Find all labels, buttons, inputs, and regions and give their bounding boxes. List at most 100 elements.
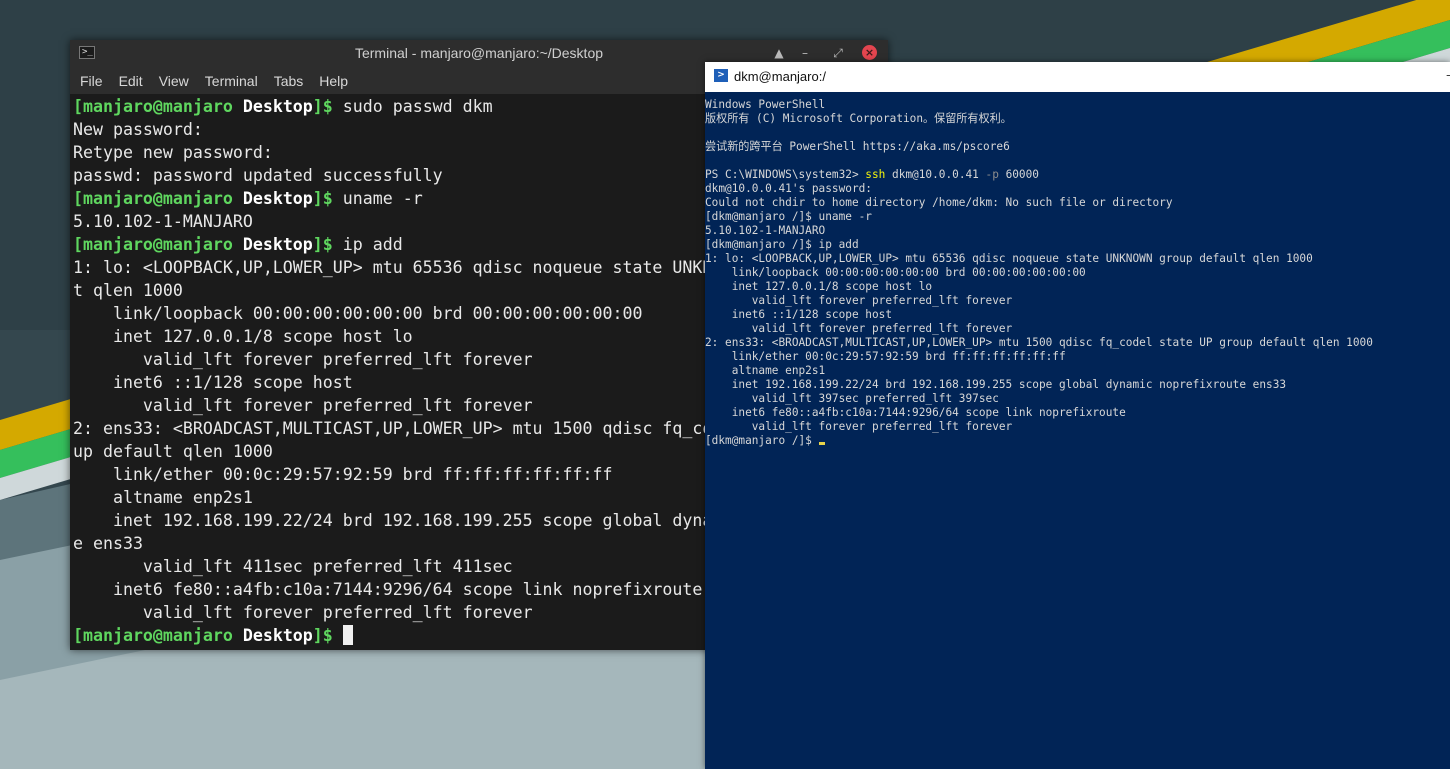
powershell-line: PS C:\WINDOWS\system32> ssh dkm@10.0.0.4… <box>705 168 1450 182</box>
powershell-text: altname enp2s1 <box>705 364 826 377</box>
powershell-text: Windows PowerShell <box>705 98 826 111</box>
powershell-text: -p <box>985 168 999 181</box>
output-text: up default qlen 1000 <box>73 442 273 461</box>
menu-tabs[interactable]: Tabs <box>274 73 304 89</box>
output-text: Retype new password: <box>73 143 273 162</box>
powershell-line: link/ether 00:0c:29:57:92:59 brd ff:ff:f… <box>705 350 1450 364</box>
output-text: link/loopback 00:00:00:00:00:00 brd 00:0… <box>73 304 643 323</box>
prompt-directory: Desktop <box>242 189 313 208</box>
minimize-icon[interactable]: – <box>1446 68 1450 84</box>
prompt-directory: Desktop <box>242 97 313 116</box>
command-text: sudo passwd dkm <box>332 97 493 116</box>
output-text: valid_lft forever preferred_lft forever <box>73 603 533 622</box>
powershell-text: 版权所有 (C) Microsoft Corporation。保留所有权利。 <box>705 112 1012 125</box>
powershell-line: 版权所有 (C) Microsoft Corporation。保留所有权利。 <box>705 112 1450 126</box>
powershell-text: dkm@10.0.0.41's password: <box>705 182 872 195</box>
menu-view[interactable]: View <box>159 73 189 89</box>
powershell-line: inet 192.168.199.22/24 brd 192.168.199.2… <box>705 378 1450 392</box>
powershell-line: inet6 fe80::a4fb:c10a:7144:9296/64 scope… <box>705 406 1450 420</box>
prompt-symbol: ]$ <box>312 235 333 254</box>
powershell-line: link/loopback 00:00:00:00:00:00 brd 00:0… <box>705 266 1450 280</box>
menu-terminal[interactable]: Terminal <box>205 73 258 89</box>
powershell-line: Could not chdir to home directory /home/… <box>705 196 1450 210</box>
powershell-text: link/ether 00:0c:29:57:92:59 brd ff:ff:f… <box>705 350 1066 363</box>
powershell-text: Could not chdir to home directory /home/… <box>705 196 1173 209</box>
output-text: valid_lft forever preferred_lft forever <box>73 396 533 415</box>
command-text: uname -r <box>332 189 423 208</box>
prompt-symbol: ]$ <box>312 189 333 208</box>
command-text: ip add <box>332 235 403 254</box>
powershell-text: valid_lft forever preferred_lft forever <box>705 420 1013 433</box>
powershell-line: inet 127.0.0.1/8 scope host lo <box>705 280 1450 294</box>
powershell-text: dkm@10.0.0.41 <box>885 168 986 181</box>
powershell-title: dkm@manjaro:/ <box>734 69 826 84</box>
powershell-text: link/loopback 00:00:00:00:00:00 brd 00:0… <box>705 266 1086 279</box>
output-text: inet6 fe80::a4fb:c10a:7144:9296/64 scope… <box>73 580 703 599</box>
powershell-text: 2: ens33: <BROADCAST,MULTICAST,UP,LOWER_… <box>705 336 1373 349</box>
powershell-line: 2: ens33: <BROADCAST,MULTICAST,UP,LOWER_… <box>705 336 1450 350</box>
powershell-text: ssh <box>865 168 886 181</box>
powershell-line: [dkm@manjaro /]$ <box>705 434 1450 448</box>
powershell-line: valid_lft forever preferred_lft forever <box>705 420 1450 434</box>
output-text: inet 127.0.0.1/8 scope host lo <box>73 327 413 346</box>
close-icon[interactable]: × <box>862 45 877 60</box>
prompt-symbol: ]$ <box>312 626 333 645</box>
powershell-text: valid_lft 397sec preferred_lft 397sec <box>705 392 999 405</box>
shade-icon[interactable]: ▲ <box>771 45 787 61</box>
output-text: valid_lft forever preferred_lft forever <box>73 350 533 369</box>
powershell-window[interactable]: > dkm@manjaro:/ – Windows PowerShell版权所有… <box>705 62 1450 769</box>
powershell-line: valid_lft forever preferred_lft forever <box>705 294 1450 308</box>
powershell-text: inet 192.168.199.22/24 brd 192.168.199.2… <box>705 378 1287 391</box>
output-text: e ens33 <box>73 534 143 553</box>
powershell-icon: > <box>714 69 728 82</box>
powershell-line <box>705 154 1450 168</box>
powershell-text: [dkm@manjaro /]$ ip add <box>705 238 859 251</box>
output-text: 1: lo: <LOOPBACK,UP,LOWER_UP> mtu 65536 … <box>73 258 743 277</box>
prompt-user: [manjaro@manjaro <box>73 189 233 208</box>
prompt-user: [manjaro@manjaro <box>73 97 233 116</box>
output-text: altname enp2s1 <box>73 488 253 507</box>
powershell-line: altname enp2s1 <box>705 364 1450 378</box>
prompt-directory: Desktop <box>242 235 313 254</box>
command-text <box>333 626 343 645</box>
prompt-user: [manjaro@manjaro <box>73 235 233 254</box>
powershell-line: 1: lo: <LOOPBACK,UP,LOWER_UP> mtu 65536 … <box>705 252 1450 266</box>
terminal-cursor <box>342 625 353 645</box>
powershell-text: inet6 fe80::a4fb:c10a:7144:9296/64 scope… <box>705 406 1126 419</box>
powershell-text: 60000 <box>998 168 1039 181</box>
powershell-line: valid_lft forever preferred_lft forever <box>705 322 1450 336</box>
powershell-line: dkm@10.0.0.41's password: <box>705 182 1450 196</box>
output-text: valid_lft 411sec preferred_lft 411sec <box>73 557 513 576</box>
powershell-text: [dkm@manjaro /]$ <box>705 434 819 447</box>
powershell-line: 5.10.102-1-MANJARO <box>705 224 1450 238</box>
powershell-titlebar[interactable]: > dkm@manjaro:/ – <box>705 62 1450 92</box>
powershell-text: 尝试新的跨平台 PowerShell https://aka.ms/pscore… <box>705 140 1010 153</box>
output-text: New password: <box>73 120 203 139</box>
powershell-text: inet6 ::1/128 scope host <box>705 308 893 321</box>
output-text: 5.10.102-1-MANJARO <box>73 212 253 231</box>
powershell-line <box>705 126 1450 140</box>
output-text: t qlen 1000 <box>73 281 183 300</box>
output-text: passwd: password updated successfully <box>73 166 443 185</box>
powershell-line: Windows PowerShell <box>705 98 1450 112</box>
powershell-output[interactable]: Windows PowerShell 版权所有 (C) Microsoft Cor… <box>705 98 1450 769</box>
powershell-line: valid_lft 397sec preferred_lft 397sec <box>705 392 1450 406</box>
powershell-text: [dkm@manjaro /]$ uname -r <box>705 210 872 223</box>
powershell-text: 5.10.102-1-MANJARO <box>705 224 826 237</box>
menu-edit[interactable]: Edit <box>119 73 143 89</box>
powershell-text: valid_lft forever preferred_lft forever <box>705 294 1013 307</box>
powershell-text: 1: lo: <LOOPBACK,UP,LOWER_UP> mtu 65536 … <box>705 252 1313 265</box>
prompt-directory: Desktop <box>242 626 313 645</box>
menu-file[interactable]: File <box>80 73 103 89</box>
output-text: 2: ens33: <BROADCAST,MULTICAST,UP,LOWER_… <box>73 419 803 438</box>
menu-help[interactable]: Help <box>319 73 348 89</box>
maximize-icon[interactable]: ⤢ <box>830 45 846 61</box>
powershell-text: inet 127.0.0.1/8 scope host lo <box>705 280 933 293</box>
powershell-text: PS C:\WINDOWS\system32> <box>705 168 866 181</box>
prompt-user: [manjaro@manjaro <box>73 626 233 645</box>
powershell-text: valid_lft forever preferred_lft forever <box>705 322 1013 335</box>
powershell-cursor <box>818 442 825 445</box>
minimize-icon[interactable]: – <box>797 45 813 61</box>
powershell-line: [dkm@manjaro /]$ ip add <box>705 238 1450 252</box>
prompt-symbol: ]$ <box>312 97 333 116</box>
